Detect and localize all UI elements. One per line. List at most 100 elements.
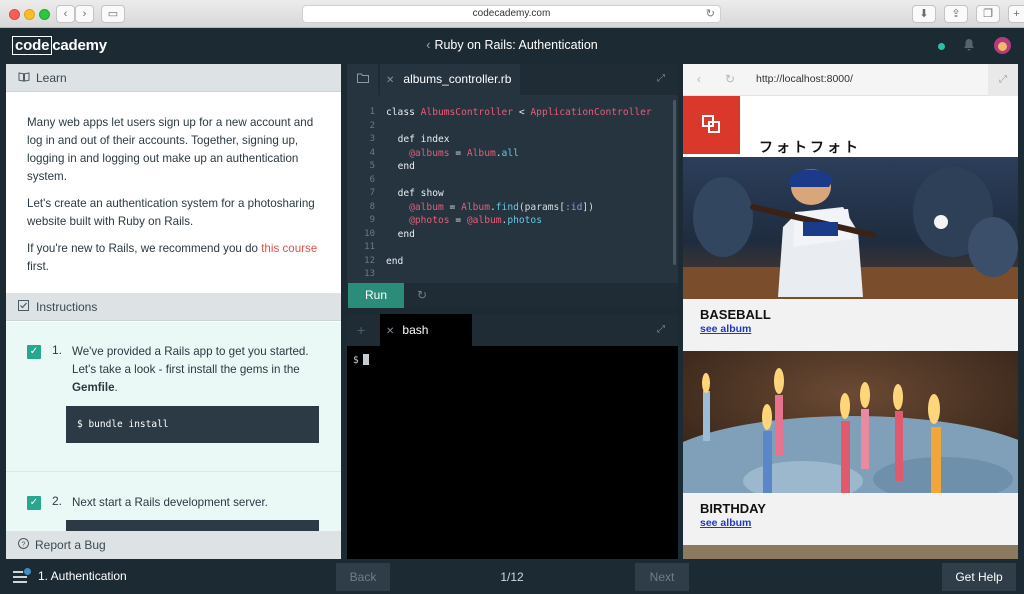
- terminal-tabs: + ✕ bash ⤢: [347, 314, 678, 346]
- instructions-heading: Instructions: [36, 300, 98, 314]
- close-tab-icon[interactable]: ✕: [386, 75, 394, 86]
- close-window-button[interactable]: [9, 9, 20, 20]
- line-number: 6: [369, 174, 375, 185]
- tab-albums-controller[interactable]: ✕ albums_controller.rb: [380, 64, 520, 95]
- page-indicator: 1/12: [500, 570, 524, 584]
- site-logo[interactable]: [683, 96, 740, 154]
- run-bar: Run ↻: [347, 283, 678, 308]
- bell-icon[interactable]: [963, 38, 977, 52]
- learn-text: first.: [27, 260, 49, 273]
- preview-url[interactable]: http://localhost:8000/: [756, 73, 853, 85]
- terminal-prompt[interactable]: $: [353, 354, 369, 366]
- line-numbers: 1 2 3 4 5 6 7 8 9 10 11 12 13: [347, 106, 375, 282]
- book-icon: [18, 65, 30, 93]
- site-name: フォトフォト: [759, 139, 861, 155]
- share-icon[interactable]: ⇪: [944, 5, 968, 23]
- report-bug-label: Report a Bug: [35, 538, 106, 552]
- step-number: 2.: [52, 494, 63, 508]
- step-text-part: .: [114, 381, 118, 394]
- course-title[interactable]: ‹ Ruby on Rails: Authentication: [0, 38, 1024, 52]
- course-link[interactable]: this course: [261, 242, 317, 255]
- expand-icon[interactable]: ⤢: [654, 324, 668, 338]
- birthday-photo: [683, 351, 1018, 493]
- tab-label: albums_controller.rb: [403, 72, 512, 86]
- avatar[interactable]: [994, 37, 1011, 54]
- browser-forward-button[interactable]: ›: [75, 5, 94, 23]
- help-circle-icon: ?: [18, 531, 29, 559]
- new-tab-icon[interactable]: +: [1008, 5, 1024, 23]
- reset-icon[interactable]: ↻: [417, 288, 427, 302]
- reload-icon[interactable]: ↻: [706, 6, 715, 22]
- learn-header[interactable]: Learn: [6, 64, 341, 92]
- add-terminal-icon[interactable]: +: [357, 322, 365, 338]
- instructions-header-bar[interactable]: Instructions: [6, 293, 341, 321]
- next-album-photo: [683, 545, 1018, 559]
- tab-label: bash: [402, 323, 429, 337]
- line-number: 13: [364, 269, 375, 279]
- step-text-part: We've provided a Rails app to get you st…: [72, 345, 309, 376]
- preview-back-icon[interactable]: ‹: [697, 72, 701, 86]
- learn-paragraph: Let's create an authentication system fo…: [27, 197, 315, 228]
- get-help-button[interactable]: Get Help: [942, 563, 1016, 591]
- svg-text:?: ?: [22, 541, 26, 548]
- chevron-left-icon: ‹: [426, 38, 431, 52]
- line-number: 7: [369, 188, 375, 198]
- learn-text: If you're new to Rails, we recommend you…: [27, 242, 262, 255]
- sidebar-toggle-icon[interactable]: ▭: [101, 5, 125, 23]
- baseball-photo: [683, 157, 1018, 299]
- preview-reload-icon[interactable]: ↻: [725, 72, 735, 86]
- terminal: + ✕ bash ⤢ $: [347, 314, 678, 559]
- online-status-icon: [938, 43, 945, 50]
- line-number: 2: [369, 120, 375, 131]
- learn-paragraph: If you're new to Rails, we recommend you…: [27, 240, 321, 276]
- see-album-link[interactable]: see album: [700, 323, 751, 335]
- learn-content: Many web apps let users sign up for a ne…: [6, 92, 341, 293]
- close-tab-icon[interactable]: ✕: [386, 326, 394, 337]
- expand-icon[interactable]: ⤢: [988, 64, 1018, 96]
- line-number: 8: [369, 201, 375, 212]
- prompt-symbol: $: [353, 355, 359, 366]
- tabs-overview-icon[interactable]: ❐: [976, 5, 1000, 23]
- step-number: 1.: [52, 343, 63, 357]
- download-icon[interactable]: ⬇: [912, 5, 936, 23]
- address-text: codecademy.com: [472, 8, 551, 19]
- code-editor: ✕ albums_controller.rb ⤢ 1 2 3 4 5 6 7 8 …: [347, 64, 678, 308]
- step-text: We've provided a Rails app to get you st…: [66, 343, 311, 397]
- checkmark-icon[interactable]: ✓: [27, 345, 41, 359]
- run-button[interactable]: Run: [348, 283, 404, 308]
- tab-bash[interactable]: ✕ bash: [380, 314, 472, 346]
- course-title-text: Ruby on Rails: Authentication: [434, 38, 598, 52]
- instructions-list: ✓ 1. We've provided a Rails app to get y…: [6, 322, 341, 532]
- cursor: [362, 354, 369, 365]
- line-number: 11: [364, 242, 375, 252]
- footer-bar: 1. Authentication Back 1/12 Next Get Hel…: [0, 559, 1024, 594]
- line-number: 3: [369, 134, 375, 144]
- address-bar[interactable]: codecademy.com ↻: [302, 5, 721, 23]
- line-number: 4: [369, 147, 375, 158]
- checkmark-icon[interactable]: ✓: [27, 496, 41, 510]
- site-header: フォトフォト: [683, 96, 1018, 157]
- expand-icon[interactable]: ⤢: [654, 73, 668, 87]
- see-album-link[interactable]: see album: [700, 517, 751, 529]
- browser-back-button[interactable]: ‹: [56, 5, 75, 23]
- zoom-window-button[interactable]: [39, 9, 50, 20]
- browser-preview: ‹ ↻ http://localhost:8000/ ⤢ フォトフォト BASE…: [683, 64, 1018, 559]
- album-card: BASEBALL see album: [683, 157, 1018, 351]
- minimize-window-button[interactable]: [24, 9, 35, 20]
- step-divider: [6, 471, 341, 472]
- code-snippet[interactable]: $ bundle install: [66, 406, 319, 443]
- step-text: Next start a Rails development server.: [72, 496, 268, 509]
- album-title: BIRTHDAY: [700, 501, 766, 516]
- checkbox-icon: [18, 294, 30, 322]
- learn-paragraph: Many web apps let users sign up for a ne…: [27, 116, 314, 183]
- line-number: 5: [369, 161, 375, 171]
- line-number: 12: [364, 255, 375, 266]
- next-button[interactable]: Next: [635, 563, 689, 591]
- report-bug-button[interactable]: ? Report a Bug: [6, 531, 341, 559]
- editor-scrollbar[interactable]: [673, 100, 676, 265]
- album-card: BIRTHDAY see album: [683, 351, 1018, 545]
- line-number: 1: [369, 107, 375, 117]
- learn-panel: Learn Many web apps let users sign up fo…: [6, 64, 341, 559]
- folder-icon[interactable]: [347, 64, 378, 95]
- code-area[interactable]: class AlbumsController < ApplicationCont…: [386, 106, 671, 268]
